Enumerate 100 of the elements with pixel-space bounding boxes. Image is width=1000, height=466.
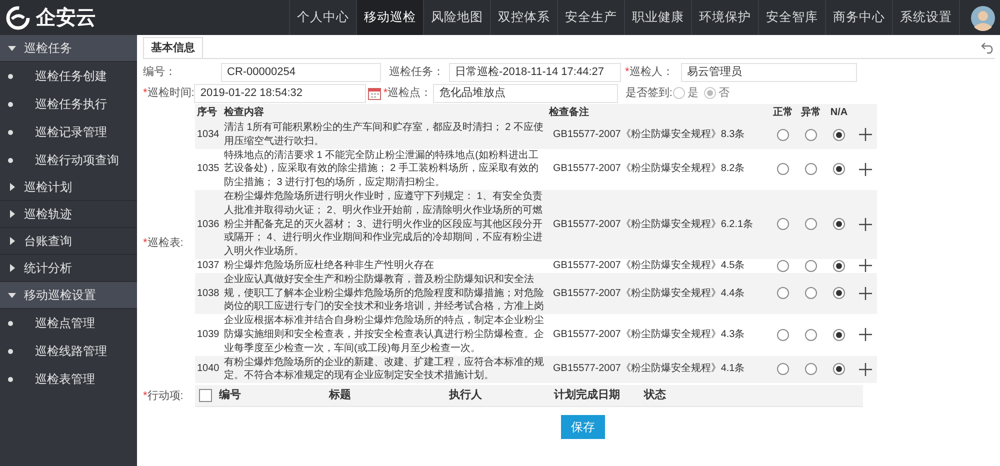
table-cell: GB15577-2007《粉尘防爆安全规程》4.4条 <box>553 286 745 300</box>
field-label: 巡检人： <box>629 64 674 80</box>
bullet-icon <box>8 158 13 162</box>
sidebar-group-label: 巡检任务 <box>24 40 72 57</box>
nav-tab[interactable]: 移动巡检 <box>356 0 423 35</box>
add-icon[interactable] <box>858 259 872 272</box>
radio-button[interactable] <box>805 363 817 376</box>
column-header: 检查内容 <box>224 106 264 120</box>
radio-button[interactable] <box>777 328 789 341</box>
sidebar-item[interactable]: 巡检任务创建 <box>0 62 137 90</box>
radio-button[interactable] <box>777 363 789 376</box>
required-mark: * <box>143 388 148 404</box>
radio-button[interactable] <box>777 260 789 272</box>
sidebar-item-label: 巡检任务执行 <box>35 96 107 113</box>
checkbox[interactable] <box>199 389 212 402</box>
table-cell: GB15577-2007《粉尘防爆安全规程》8.2条 <box>553 162 745 176</box>
sidebar-group[interactable]: 巡检轨迹 <box>0 201 137 228</box>
radio-button[interactable] <box>805 287 817 300</box>
required-mark: * <box>625 64 630 80</box>
table-cell-text: 特殊地点的清洁要求 1 不能完全防止粉尘泄漏的特殊地点(如粉料进出工艺设备处)，应采取有效的除尘措施； 2 手工装粉料场所，应采取有效的防尘措施； 3 进行打包的场所，应定期清扫粉尘。 <box>224 148 540 190</box>
input-field[interactable]: 2019-01-22 18:54:32 <box>194 84 366 102</box>
column-header: 状态 <box>644 388 667 404</box>
add-icon[interactable] <box>858 218 872 231</box>
column-header: 计划完成日期 <box>554 388 621 404</box>
table-cell: GB15577-2007《粉尘防爆安全规程》8.3条 <box>553 128 745 142</box>
column-header: 执行人 <box>449 388 483 404</box>
table-cell: 1034 <box>197 128 220 142</box>
table-cell: 有粉尘爆炸危险场所的企业的新建、改建、扩建工程，应符合本标准的规定。不符合本标准规定的现有企业应制定安全技术措施计划。 <box>224 356 545 384</box>
table-cell: 企业应认真做好安全生产和粉尘防爆教育，普及粉尘防爆知识和安全法规，使职工了解本企业粉尘爆炸危险场所的危险程度和防爆措施；对危险岗位的职工应进行专门的安全技术和业务培训，并经考试合格，方准上岗 <box>224 272 545 314</box>
add-icon[interactable] <box>858 362 872 376</box>
table-cell: GB15577-2007《粉尘防爆安全规程》4.5条 <box>553 258 745 273</box>
bullet-icon <box>8 376 13 382</box>
radio-button[interactable] <box>833 260 845 272</box>
nav-tab[interactable]: 系统设置 <box>892 0 959 35</box>
input-field[interactable]: 日常巡检-2018-11-14 17:44:27 <box>449 62 621 82</box>
sidebar-group[interactable]: 移动巡检设置 <box>0 282 137 309</box>
add-icon[interactable] <box>858 286 872 300</box>
add-icon[interactable] <box>858 128 872 142</box>
radio-label: 否 <box>718 86 730 101</box>
column-header: N/A <box>830 106 848 120</box>
radio-button[interactable] <box>777 163 789 176</box>
sidebar-item-label: 巡检线路管理 <box>35 343 107 360</box>
caret-right-icon <box>8 210 16 218</box>
radio-button[interactable] <box>833 287 845 300</box>
field-label: 行动项: <box>147 388 184 404</box>
nav-tab[interactable]: 双控体系 <box>490 0 557 35</box>
radio-button[interactable] <box>805 218 817 230</box>
caret-down-icon <box>8 291 16 299</box>
radio-button[interactable] <box>805 128 817 141</box>
sidebar-item[interactable]: 巡检任务执行 <box>0 90 137 118</box>
sidebar-group[interactable]: 巡检任务 <box>0 35 137 62</box>
calendar-icon[interactable] <box>368 86 382 100</box>
radio-button[interactable] <box>777 218 789 230</box>
radio-button[interactable] <box>833 363 845 376</box>
input-field[interactable]: CR-00000254 <box>221 62 381 82</box>
sidebar-item-label: 巡检表管理 <box>35 371 95 388</box>
sidebar-group[interactable]: 台账查询 <box>0 228 137 255</box>
bullet-icon <box>8 130 13 134</box>
field-label: 巡检任务： <box>389 64 444 80</box>
nav-tab[interactable]: 安全生产 <box>557 0 624 35</box>
sidebar-group[interactable]: 巡检计划 <box>0 174 137 201</box>
input-field[interactable]: 危化品堆放点 <box>433 84 618 102</box>
nav-tab[interactable]: 环境保护 <box>691 0 758 35</box>
input-field[interactable]: 易云管理员 <box>681 62 857 82</box>
table-cell: GB15577-2007《粉尘防爆安全规程》4.3条 <box>553 328 745 342</box>
table-cell: 1035 <box>197 162 220 176</box>
nav-tab[interactable]: 职业健康 <box>624 0 691 35</box>
sidebar-item[interactable]: 巡检线路管理 <box>0 337 137 365</box>
form-tab[interactable]: 基本信息 <box>143 36 203 58</box>
table-cell: 粉尘爆炸危险场所应杜绝各种非生产性明火存在 <box>224 258 434 273</box>
sidebar-item[interactable]: 巡检表管理 <box>0 365 137 393</box>
sidebar-item-label: 巡检任务创建 <box>35 68 107 85</box>
caret-right-icon <box>8 237 16 245</box>
sidebar-item[interactable]: 巡检行动项查询 <box>0 146 137 174</box>
radio-button[interactable] <box>833 128 845 141</box>
bullet-icon <box>8 102 13 106</box>
logo-icon <box>6 6 30 30</box>
sidebar-group-label: 巡检计划 <box>24 179 72 196</box>
nav-tab[interactable]: 安全智库 <box>758 0 825 35</box>
radio-button[interactable] <box>805 260 817 272</box>
sidebar-item[interactable]: 巡检点管理 <box>0 309 137 337</box>
radio-button[interactable] <box>805 328 817 341</box>
radio-button[interactable] <box>833 218 845 230</box>
field-label: 巡检表: <box>147 236 184 252</box>
radio-button[interactable] <box>833 328 845 341</box>
sidebar-item-label: 巡检行动项查询 <box>35 152 119 169</box>
add-icon[interactable] <box>858 328 872 342</box>
add-icon[interactable] <box>858 162 872 176</box>
table-cell: 1036 <box>197 218 220 232</box>
sidebar-group-label: 移动巡检设置 <box>24 287 96 304</box>
column-header: 正常 <box>773 106 793 120</box>
radio-button[interactable] <box>805 163 817 176</box>
nav-tab[interactable]: 商务中心 <box>825 0 892 35</box>
radio-button[interactable] <box>833 163 845 176</box>
nav-tab[interactable]: 风险地图 <box>423 0 490 35</box>
radio-button[interactable] <box>777 128 789 141</box>
sidebar-item[interactable]: 巡检记录管理 <box>0 118 137 146</box>
undo-icon[interactable] <box>981 42 995 54</box>
column-header: 异常 <box>801 106 821 120</box>
radio-button[interactable] <box>777 287 789 300</box>
